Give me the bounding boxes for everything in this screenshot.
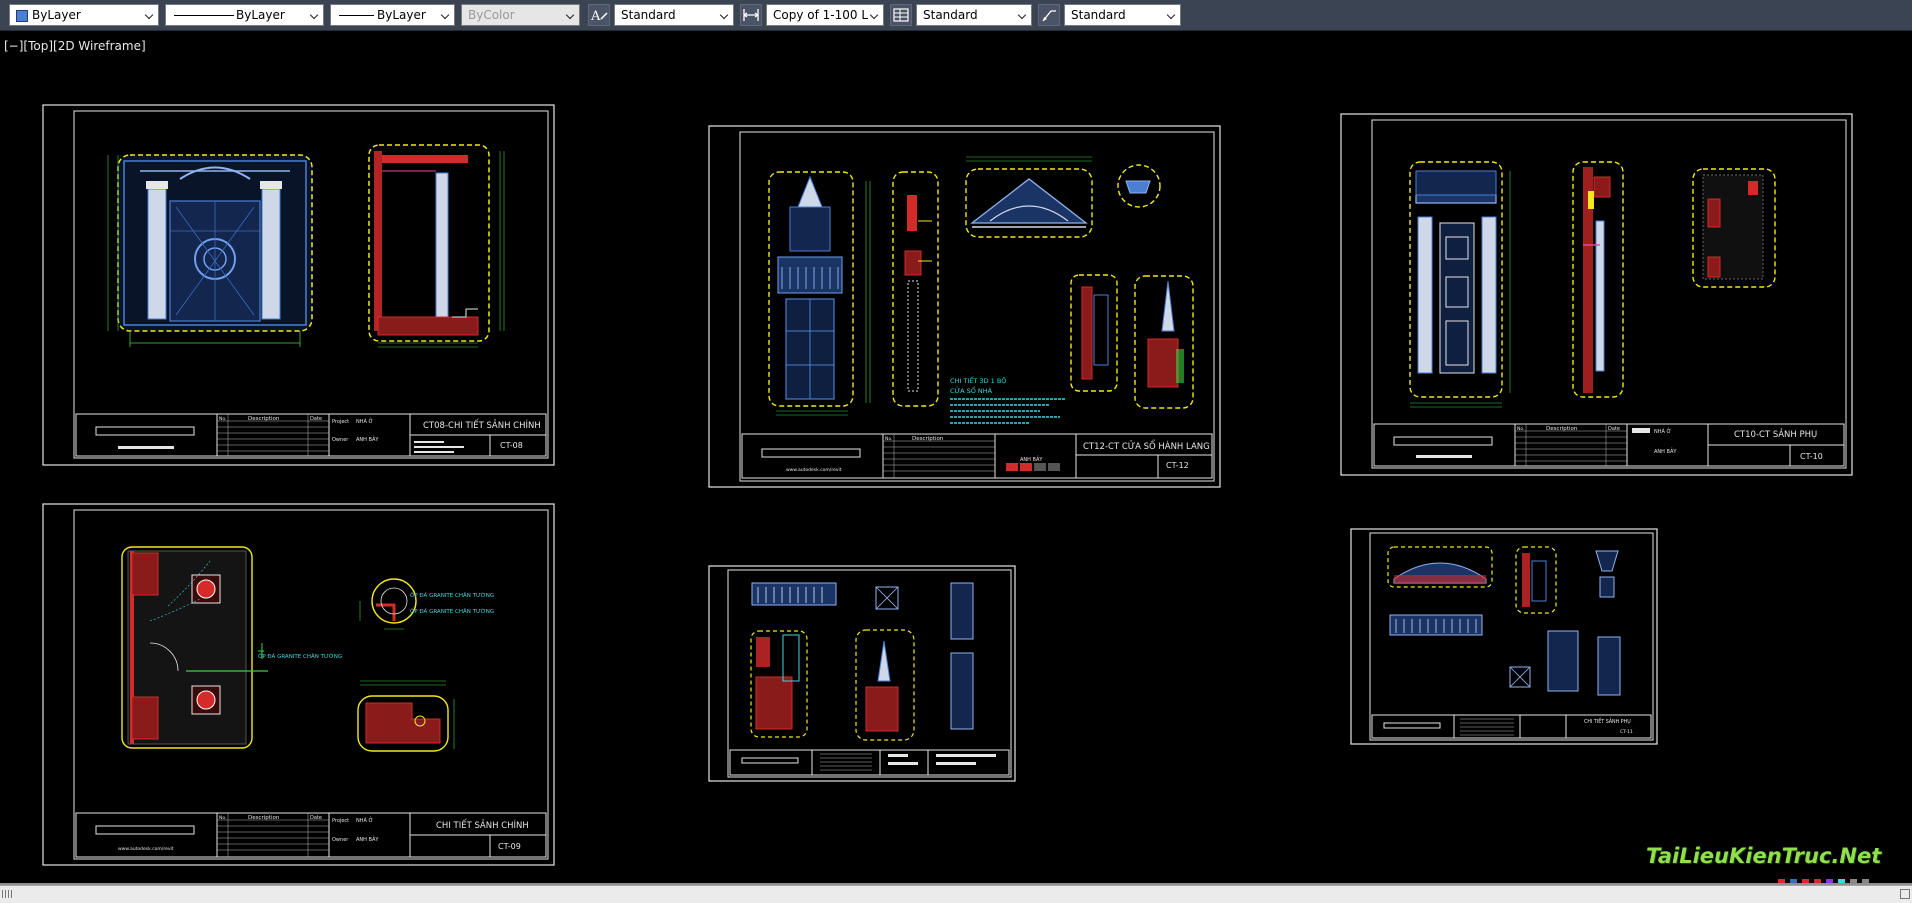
svg-text:Description: Description: [912, 436, 944, 442]
pediment-detail: [965, 156, 1093, 238]
main-entrance-section: [368, 144, 505, 348]
chevron-down-icon: [438, 5, 454, 25]
lineweight-sample-icon: [339, 15, 374, 16]
svg-text:No.: No.: [1517, 426, 1524, 432]
ornament-detail: [1117, 164, 1161, 208]
svg-text:A: A: [590, 9, 601, 24]
table-style-combo[interactable]: Standard: [916, 4, 1032, 26]
svg-text:Owner: Owner: [332, 437, 349, 443]
svg-text:ANH BẢY: ANH BẢY: [1020, 455, 1043, 463]
svg-text:ANH BẢY: ANH BẢY: [1654, 447, 1677, 455]
svg-text:Owner: Owner: [332, 837, 349, 843]
chevron-down-icon: [1015, 5, 1031, 25]
step-section-detail: [357, 680, 455, 752]
linetype-combo[interactable]: ByLayer: [165, 4, 324, 26]
svg-text:NHÀ Ở: NHÀ Ở: [1654, 427, 1671, 435]
chevron-down-icon: [867, 5, 883, 25]
window-note-1: CHI TIẾT 3D 1 BỘ: [950, 375, 1006, 385]
chevron-down-icon: [307, 5, 323, 25]
titleblock-ct10: No. Description Date NHÀ Ở ANH BẢY CT10-…: [1373, 423, 1845, 467]
color-swatch-icon: [16, 10, 28, 22]
svg-text:CT10-CT SẢNH PHỤ: CT10-CT SẢNH PHỤ: [1734, 428, 1817, 440]
round-column-detail: [359, 578, 417, 630]
watermark-logo: TaiLieuKienTruc.Net: [1646, 844, 1882, 868]
svg-text:CHI TIẾT SẢNH CHÍNH: CHI TIẾT SẢNH CHÍNH: [436, 819, 529, 831]
text-style-combo[interactable]: Standard: [614, 4, 734, 26]
svg-text:No.: No.: [885, 436, 892, 442]
chevron-down-icon: [1164, 5, 1180, 25]
chevron-down-icon: [563, 5, 579, 25]
text-style-icon[interactable]: A: [588, 4, 610, 26]
svg-text:CT-09: CT-09: [498, 842, 521, 851]
svg-text:ANH BẢY: ANH BẢY: [356, 435, 379, 443]
plotstyle-combo[interactable]: ByColor: [461, 4, 580, 26]
svg-text:www.autodesk.com/revit: www.autodesk.com/revit: [786, 467, 842, 473]
svg-text:Description: Description: [248, 416, 280, 422]
properties-toolbar: ByLayer ByLayer ByLayer ByColor A Standa…: [0, 0, 1912, 31]
svg-text:CT12-CT CỬA SỔ HÀNH LANG: CT12-CT CỬA SỔ HÀNH LANG: [1083, 439, 1210, 452]
dimension-style-combo[interactable]: Copy of 1-100 L: [766, 4, 884, 26]
svg-text:CT08-CHI TIẾT SẢNH CHÍNH: CT08-CHI TIẾT SẢNH CHÍNH: [423, 419, 541, 431]
grip-icon[interactable]: [2, 890, 12, 898]
window-elevation: [768, 171, 871, 416]
side-entrance-elevation: [1409, 161, 1511, 408]
sheet-ct12[interactable]: CHI TIẾT 3D 1 BỘ CỬA SỔ NHÀ www.autodesk…: [708, 125, 1221, 488]
sheet-ct10[interactable]: No. Description Date NHÀ Ở ANH BẢY CT10-…: [1340, 113, 1853, 476]
svg-text:No.: No.: [219, 416, 226, 422]
svg-text:NHÀ Ở: NHÀ Ở: [356, 417, 373, 425]
status-bar: [0, 885, 1912, 903]
svg-text:Date: Date: [310, 815, 322, 821]
resize-corner-icon[interactable]: [1900, 889, 1910, 899]
chevron-down-icon: [717, 5, 733, 25]
side-entrance-section: [1572, 161, 1624, 398]
svg-text:CT-10: CT-10: [1800, 452, 1823, 461]
svg-text:No.: No.: [219, 815, 226, 821]
dimension-style-icon[interactable]: [740, 4, 762, 26]
granite-note-1: ỐP ĐÁ GRANITE CHÂN TƯỜNG: [410, 591, 494, 599]
model-space-canvas[interactable]: No. Description Date Project NHÀ Ở Owner…: [0, 31, 1912, 883]
svg-text:Description: Description: [1546, 426, 1578, 432]
svg-text:Date: Date: [1608, 426, 1620, 432]
titleblock-ct09: www.autodesk.com/revit No. Description D…: [75, 812, 547, 858]
bracket-details: [1070, 274, 1194, 409]
sheet-ct11[interactable]: CHI TIẾT SẢNH PHỤ CT-11: [1350, 528, 1658, 745]
floor-plan-detail: [121, 546, 268, 749]
window-note-2: CỬA SỔ NHÀ: [950, 385, 993, 395]
main-entrance-elevation: [107, 154, 313, 347]
side-cornice-detail: [1692, 168, 1776, 288]
multileader-style-combo[interactable]: Standard: [1064, 4, 1181, 26]
chevron-down-icon: [142, 5, 158, 25]
svg-text:ANH BẢY: ANH BẢY: [356, 835, 379, 843]
svg-text:CT-12: CT-12: [1166, 461, 1189, 470]
svg-text:CHI TIẾT SẢNH PHỤ: CHI TIẾT SẢNH PHỤ: [1584, 717, 1631, 725]
granite-note-3: ỐP ĐÁ GRANITE CHÂN TƯỜNG: [258, 652, 342, 660]
sheet-ct09[interactable]: ỐP ĐÁ GRANITE CHÂN TƯỜNG ỐP ĐÁ GRANITE C…: [42, 503, 555, 866]
titleblock-ct08: No. Description Date Project NHÀ Ở Owner…: [75, 413, 547, 457]
sheet-ct08[interactable]: No. Description Date Project NHÀ Ở Owner…: [42, 104, 555, 466]
svg-text:Date: Date: [310, 416, 322, 422]
svg-text:www.autodesk.com/revit: www.autodesk.com/revit: [118, 846, 174, 852]
linetype-sample-icon: [174, 15, 234, 16]
window-section: [892, 171, 939, 407]
lineweight-combo[interactable]: ByLayer: [330, 4, 455, 26]
layer-combo[interactable]: ByLayer: [9, 4, 159, 26]
svg-text:Description: Description: [248, 815, 280, 821]
svg-text:Project: Project: [332, 818, 349, 824]
sheet-details-small[interactable]: [708, 565, 1016, 782]
titleblock-ct12: www.autodesk.com/revit No. Description A…: [741, 433, 1213, 479]
svg-text:Project: Project: [332, 419, 349, 425]
granite-note-2: ỐP ĐÁ GRANITE CHÂN TƯỜNG: [410, 607, 494, 615]
svg-text:CT-08: CT-08: [500, 441, 523, 450]
svg-text:CT-11: CT-11: [1620, 729, 1633, 735]
table-style-icon[interactable]: [890, 4, 912, 26]
svg-text:NHÀ Ở: NHÀ Ở: [356, 816, 373, 824]
multileader-style-icon[interactable]: [1038, 4, 1060, 26]
